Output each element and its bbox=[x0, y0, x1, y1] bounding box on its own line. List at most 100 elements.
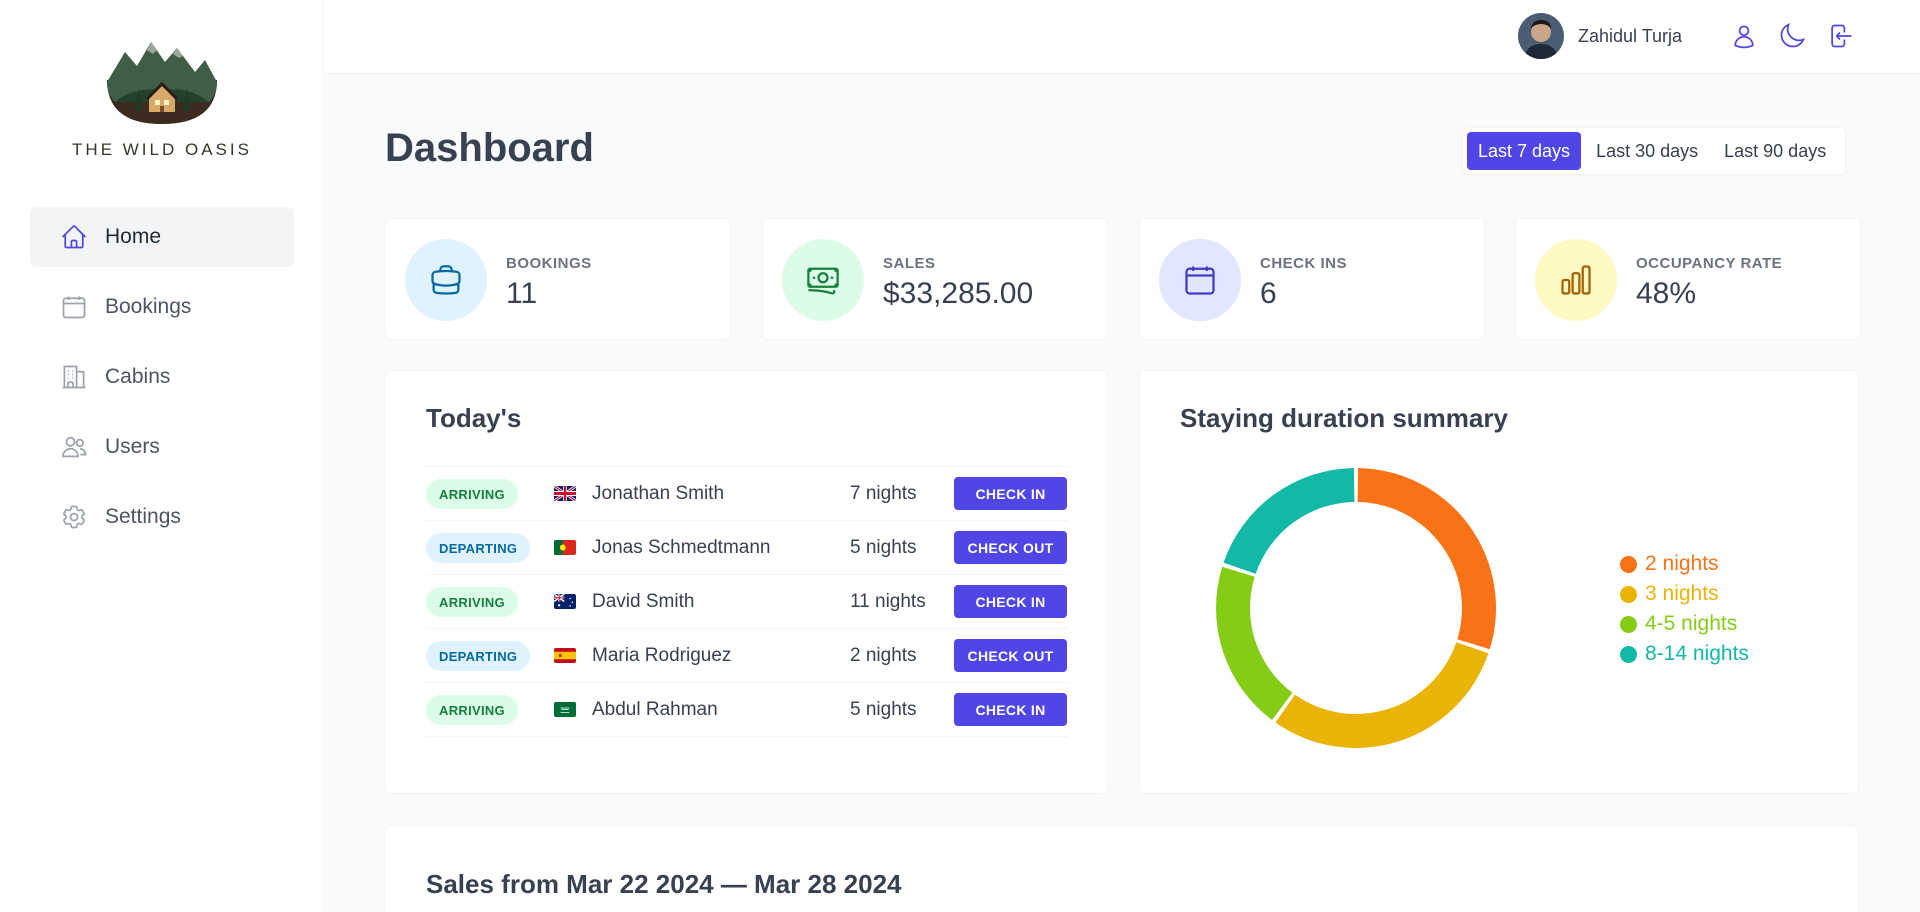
sales-chart-panel: Sales from Mar 22 2024 — Mar 28 2024 bbox=[385, 825, 1859, 912]
sidebar-item-cabins[interactable]: Cabins bbox=[30, 347, 294, 407]
chart-bar-icon bbox=[1561, 265, 1591, 295]
users-icon bbox=[62, 436, 87, 458]
stat-label: BOOKINGS bbox=[506, 255, 592, 272]
stat-label: OCCUPANCY RATE bbox=[1636, 255, 1783, 272]
stay-nights: 7 nights bbox=[850, 483, 917, 504]
sidebar-item-bookings[interactable]: Bookings bbox=[30, 277, 294, 337]
donut-slice-8-14-nights[interactable] bbox=[1223, 468, 1355, 574]
stay-nights: 2 nights bbox=[850, 645, 917, 666]
calendar-days-icon bbox=[1185, 266, 1215, 295]
guest-name: Maria Rodriguez bbox=[592, 645, 732, 666]
check-out-button[interactable]: CHECK OUT bbox=[954, 531, 1067, 564]
stay-nights: 5 nights bbox=[850, 537, 917, 558]
date-range-filter: Last 7 days Last 30 days Last 90 days bbox=[1462, 127, 1847, 175]
avatar[interactable] bbox=[1518, 13, 1564, 59]
legend-label: 8-14 nights bbox=[1645, 642, 1749, 665]
check-in-button[interactable]: CHECK IN bbox=[954, 585, 1067, 618]
check-out-button[interactable]: CHECK OUT bbox=[954, 639, 1067, 672]
stat-icon-circle bbox=[782, 239, 864, 321]
stat-card-sales: SALES $33,285.00 bbox=[762, 218, 1108, 340]
flag-sa-icon bbox=[554, 702, 576, 717]
stat-card-occupancy-rate: OCCUPANCY RATE 48% bbox=[1515, 218, 1861, 340]
list-item: DEPARTING Jonas Schmedtmann 5 nights CHE… bbox=[426, 521, 1068, 575]
legend-dot bbox=[1620, 555, 1637, 573]
stat-value: 48% bbox=[1636, 277, 1697, 310]
guest-name: Jonathan Smith bbox=[592, 483, 725, 504]
legend-item: 3 nights bbox=[1620, 579, 1749, 609]
legend-item: 2 nights bbox=[1620, 549, 1749, 579]
panel-title: Sales from Mar 22 2024 — Mar 28 2024 bbox=[426, 869, 902, 899]
donut-slice-3-nights[interactable] bbox=[1275, 642, 1489, 748]
building-icon bbox=[62, 365, 86, 389]
status-badge: ARRIVING bbox=[426, 695, 518, 725]
user-icon[interactable] bbox=[1730, 22, 1758, 50]
flag-es-icon bbox=[554, 648, 576, 663]
duration-donut-chart bbox=[1216, 468, 1496, 748]
home-icon bbox=[62, 225, 86, 249]
legend-dot bbox=[1620, 585, 1637, 603]
top-header: Zahidul Turja bbox=[324, 0, 1920, 74]
list-item: ARRIVING Abdul Rahman 5 nights CHECK IN bbox=[426, 683, 1068, 737]
list-item: ARRIVING Jonathan Smith 7 nights CHECK I… bbox=[426, 467, 1068, 521]
list-item: ARRIVING David Smith 11 nights CHECK IN bbox=[426, 575, 1068, 629]
stay-nights: 5 nights bbox=[850, 699, 917, 720]
list-item: DEPARTING Maria Rodriguez 2 nights CHECK… bbox=[426, 629, 1068, 683]
sidebar-item-users[interactable]: Users bbox=[30, 417, 294, 477]
sidebar-item-label: Home bbox=[105, 225, 162, 248]
check-in-button[interactable]: CHECK IN bbox=[954, 693, 1067, 726]
moon-icon[interactable] bbox=[1778, 22, 1806, 50]
stat-icon-circle bbox=[1535, 239, 1617, 321]
brand-name: THE WILD OASIS bbox=[72, 140, 252, 159]
stat-value: 6 bbox=[1260, 277, 1277, 310]
panel-title: Staying duration summary bbox=[1180, 403, 1508, 433]
sidebar-item-label: Settings bbox=[105, 505, 181, 528]
sidebar-item-label: Bookings bbox=[105, 295, 192, 318]
sidebar-item-settings[interactable]: Settings bbox=[30, 487, 294, 547]
stat-card-bookings: BOOKINGS 11 bbox=[385, 218, 731, 340]
stat-value: 11 bbox=[506, 277, 538, 310]
logout-icon[interactable] bbox=[1826, 22, 1854, 50]
calendar-icon bbox=[62, 296, 86, 319]
gear-icon bbox=[63, 505, 85, 529]
panel-title: Today's bbox=[426, 403, 522, 433]
donut-slice-4-5-nights[interactable] bbox=[1216, 566, 1293, 721]
check-in-button[interactable]: CHECK IN bbox=[954, 477, 1067, 510]
legend-label: 2 nights bbox=[1645, 552, 1719, 575]
guest-name: Abdul Rahman bbox=[592, 699, 718, 720]
sidebar-nav: Home Bookings Cabins Users Settings bbox=[30, 207, 294, 557]
page-title: Dashboard bbox=[385, 126, 594, 170]
chart-legend: 2 nights 3 nights 4-5 nights 8-14 nights bbox=[1620, 549, 1749, 669]
legend-dot bbox=[1620, 615, 1637, 633]
filter-last-7-days[interactable]: Last 7 days bbox=[1467, 132, 1582, 170]
status-badge: DEPARTING bbox=[426, 533, 531, 563]
filter-last-30-days[interactable]: Last 30 days bbox=[1585, 132, 1709, 170]
sidebar-item-label: Cabins bbox=[105, 365, 171, 388]
stat-label: SALES bbox=[883, 255, 936, 272]
stat-card-check-ins: CHECK INS 6 bbox=[1139, 218, 1485, 340]
sidebar-item-label: Users bbox=[105, 435, 160, 458]
todays-activity-list: ARRIVING Jonathan Smith 7 nights CHECK I… bbox=[426, 466, 1068, 737]
stat-value: $33,285.00 bbox=[883, 277, 1034, 310]
legend-label: 4-5 nights bbox=[1645, 612, 1738, 635]
stat-label: CHECK INS bbox=[1260, 255, 1348, 272]
stat-icon-circle bbox=[405, 239, 487, 321]
sidebar-item-home[interactable]: Home bbox=[30, 207, 294, 267]
legend-label: 3 nights bbox=[1645, 582, 1719, 605]
stay-nights: 11 nights bbox=[850, 591, 926, 612]
brand-logo[interactable] bbox=[105, 36, 219, 124]
status-badge: DEPARTING bbox=[426, 641, 531, 671]
todays-activity-panel: Today's ARRIVING Jonathan Smith 7 nights… bbox=[385, 370, 1108, 794]
flag-gb-icon bbox=[554, 486, 576, 501]
donut-slice-2-nights[interactable] bbox=[1357, 468, 1496, 650]
briefcase-icon bbox=[431, 265, 461, 295]
flag-pt-icon bbox=[554, 540, 576, 555]
legend-dot bbox=[1620, 645, 1637, 663]
filter-last-90-days[interactable]: Last 90 days bbox=[1713, 132, 1837, 170]
guest-name: Jonas Schmedtmann bbox=[592, 537, 771, 558]
flag-au-icon bbox=[554, 594, 576, 609]
status-badge: ARRIVING bbox=[426, 479, 518, 509]
duration-summary-panel: Staying duration summary 2 nights 3 night… bbox=[1139, 370, 1859, 794]
legend-item: 4-5 nights bbox=[1620, 609, 1749, 639]
legend-item: 8-14 nights bbox=[1620, 639, 1749, 669]
sidebar: THE WILD OASIS Home Bookings Cabins User… bbox=[0, 0, 324, 912]
